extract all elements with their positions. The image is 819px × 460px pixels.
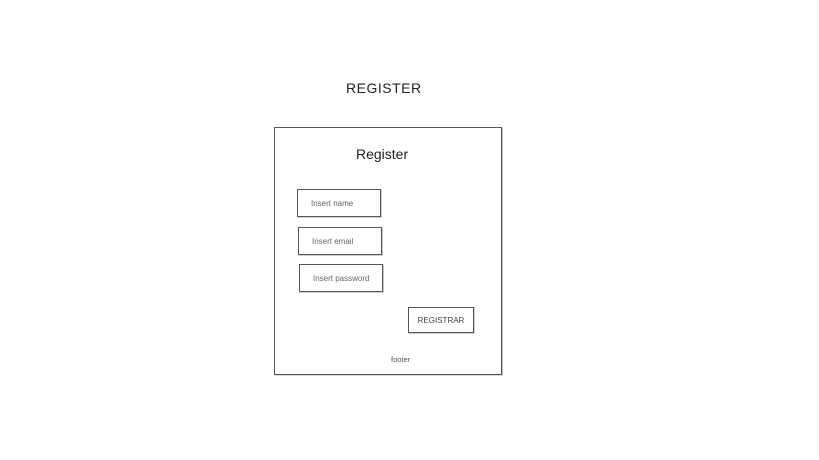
footer-text: footer xyxy=(391,355,411,364)
name-input[interactable] xyxy=(297,189,381,217)
register-form-card: Register REGISTRAR footer xyxy=(274,127,502,375)
form-title: Register xyxy=(356,146,409,162)
password-input[interactable] xyxy=(299,264,383,292)
register-button[interactable]: REGISTRAR xyxy=(408,307,474,333)
email-input[interactable] xyxy=(298,227,382,255)
page-heading: REGISTER xyxy=(346,80,422,96)
